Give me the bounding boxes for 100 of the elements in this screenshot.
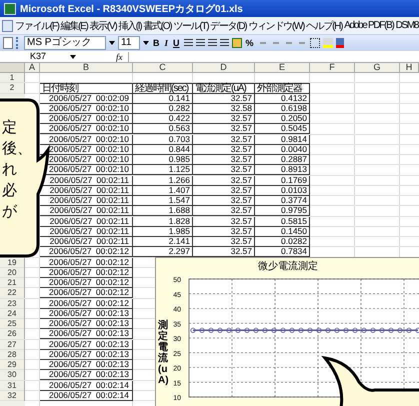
table-cell: 32.57 <box>193 196 255 206</box>
table-cell: 0.0103 <box>255 186 310 196</box>
spreadsheet-icon <box>4 2 16 14</box>
underline-button[interactable]: U <box>172 38 181 48</box>
table-cell: 2006/05/27 00:02:14 <box>40 380 133 390</box>
column-header[interactable]: F <box>310 63 355 72</box>
table-cell: 1.547 <box>133 196 193 206</box>
row-header[interactable]: 31 <box>0 380 25 390</box>
table-cell: 32.57 <box>193 226 255 237</box>
borders-icon[interactable] <box>310 38 320 48</box>
menu-item[interactable]: ウィンドウ(W) <box>248 18 304 32</box>
table-cell: 0.1450 <box>255 226 310 237</box>
table-cell: 2006/05/27 00:02:12 <box>40 268 133 278</box>
table-cell: 2006/05/27 00:02:12 <box>40 298 133 308</box>
menu-item[interactable]: ヘルプ(H) <box>306 18 342 32</box>
row-header[interactable]: 32 <box>0 390 25 401</box>
column-header[interactable]: E <box>255 63 310 72</box>
menu-item[interactable]: ツール(T) <box>173 18 208 32</box>
menu-item[interactable]: 編集(E) <box>60 18 88 32</box>
table-cell: 32.57 <box>193 114 255 124</box>
callout-text: れ <box>2 160 17 178</box>
font-size-field[interactable]: 11 <box>118 36 140 50</box>
table-cell: 0.422 <box>133 114 193 124</box>
row-header[interactable]: 28 <box>0 350 25 360</box>
fill-color-icon[interactable] <box>322 38 333 48</box>
menu-item[interactable]: データ(D) <box>210 18 246 32</box>
table-cell: 2006/05/27 00:02:11 <box>40 196 133 206</box>
row-header[interactable]: 20 <box>0 268 25 278</box>
column-header[interactable]: C <box>133 63 193 72</box>
table-cell: 2006/05/27 00:02:12 <box>40 288 133 298</box>
callout-text: が <box>2 202 17 220</box>
table-cell: 32.57 <box>193 94 255 104</box>
menu-item[interactable]: 挿入(I) <box>118 18 142 32</box>
table-cell: 0.4132 <box>255 94 310 104</box>
callout-text: 必 <box>2 181 17 199</box>
table-cell: 2006/05/27 00:02:13 <box>40 370 133 380</box>
table-cell: 0.844 <box>133 144 193 155</box>
table-cell: 2006/05/27 00:02:12 <box>40 258 133 268</box>
table-cell: 0.5045 <box>255 124 310 134</box>
table-cell: 0.9814 <box>255 134 310 144</box>
table-cell: 32.57 <box>193 206 255 216</box>
table-cell: 32.57 <box>193 124 255 134</box>
row-header[interactable]: 27 <box>0 340 25 350</box>
function-button[interactable]: fx <box>116 52 128 62</box>
menu-item[interactable]: ファイル(F) <box>15 18 59 32</box>
row-header[interactable]: 22 <box>0 288 25 298</box>
document-icon[interactable] <box>2 20 13 32</box>
table-cell: 2006/05/27 00:02:11 <box>40 206 133 216</box>
callout-text: 後、 <box>2 139 32 157</box>
table-cell: 2.297 <box>133 247 193 258</box>
italic-button[interactable]: I <box>164 38 170 48</box>
table-cell: 1.828 <box>133 216 193 226</box>
row-header[interactable]: 21 <box>0 278 25 288</box>
table-cell: 2006/05/27 00:02:10 <box>40 124 133 134</box>
new-document-icon[interactable] <box>3 37 13 49</box>
row-header[interactable]: 29 <box>0 360 25 370</box>
name-box[interactable]: K37 <box>0 51 70 62</box>
row-header[interactable]: 26 <box>0 329 25 340</box>
font-color-icon[interactable] <box>336 38 344 48</box>
menu-item[interactable]: DSM8 <box>396 20 418 31</box>
table-cell: 2006/05/27 00:02:14 <box>40 390 133 401</box>
table-cell: 0.3774 <box>255 196 310 206</box>
table-cell: 0.7834 <box>255 247 310 258</box>
row-header[interactable]: 2 <box>0 83 25 94</box>
table-cell: 0.282 <box>133 104 193 114</box>
table-cell: 0.2050 <box>255 114 310 124</box>
callout-text: 定 <box>2 118 17 136</box>
table-cell: 2006/05/27 00:02:13 <box>40 360 133 370</box>
row-header[interactable]: 24 <box>0 308 25 319</box>
table-cell: 32.57 <box>193 155 255 165</box>
column-header[interactable]: G <box>355 63 400 72</box>
table-cell: 0.6198 <box>255 104 310 114</box>
menu-item[interactable]: 表示(V) <box>90 18 116 32</box>
table-cell: 日付時刻 <box>40 83 133 94</box>
table-cell: 2006/05/27 00:02:10 <box>40 134 133 144</box>
font-field[interactable]: MS Pゴシック <box>24 36 106 50</box>
table-cell: 2006/05/27 00:02:10 <box>40 114 133 124</box>
caret-icon[interactable] <box>70 54 76 58</box>
caret-icon[interactable] <box>143 41 149 45</box>
menu-item[interactable]: 書式(O) <box>143 18 172 32</box>
column-header[interactable]: A <box>25 63 40 72</box>
table-cell: 0.1769 <box>255 176 310 186</box>
table-cell: 経過時間(sec) <box>133 83 193 94</box>
table-cell: 0.2887 <box>255 155 310 165</box>
table-cell: 32.57 <box>193 216 255 226</box>
row-header[interactable]: 25 <box>0 319 25 329</box>
chart-title: 微少電流測定 <box>258 261 318 272</box>
row-header[interactable]: 23 <box>0 298 25 308</box>
column-header[interactable]: H <box>400 63 419 72</box>
table-cell: 0.703 <box>133 134 193 144</box>
table-cell: 2006/05/27 00:02:10 <box>40 104 133 114</box>
column-header[interactable]: D <box>193 63 255 72</box>
column-header[interactable]: B <box>40 63 133 72</box>
table-cell: 0.985 <box>133 155 193 165</box>
row-header[interactable]: 1 <box>0 73 25 82</box>
table-cell: 2006/05/27 00:02:13 <box>40 319 133 329</box>
percent-button[interactable]: % <box>244 38 255 48</box>
bold-button[interactable]: B <box>152 38 160 48</box>
menu-item[interactable]: Adobe PDF(B) <box>344 20 394 31</box>
row-header[interactable]: 30 <box>0 370 25 380</box>
